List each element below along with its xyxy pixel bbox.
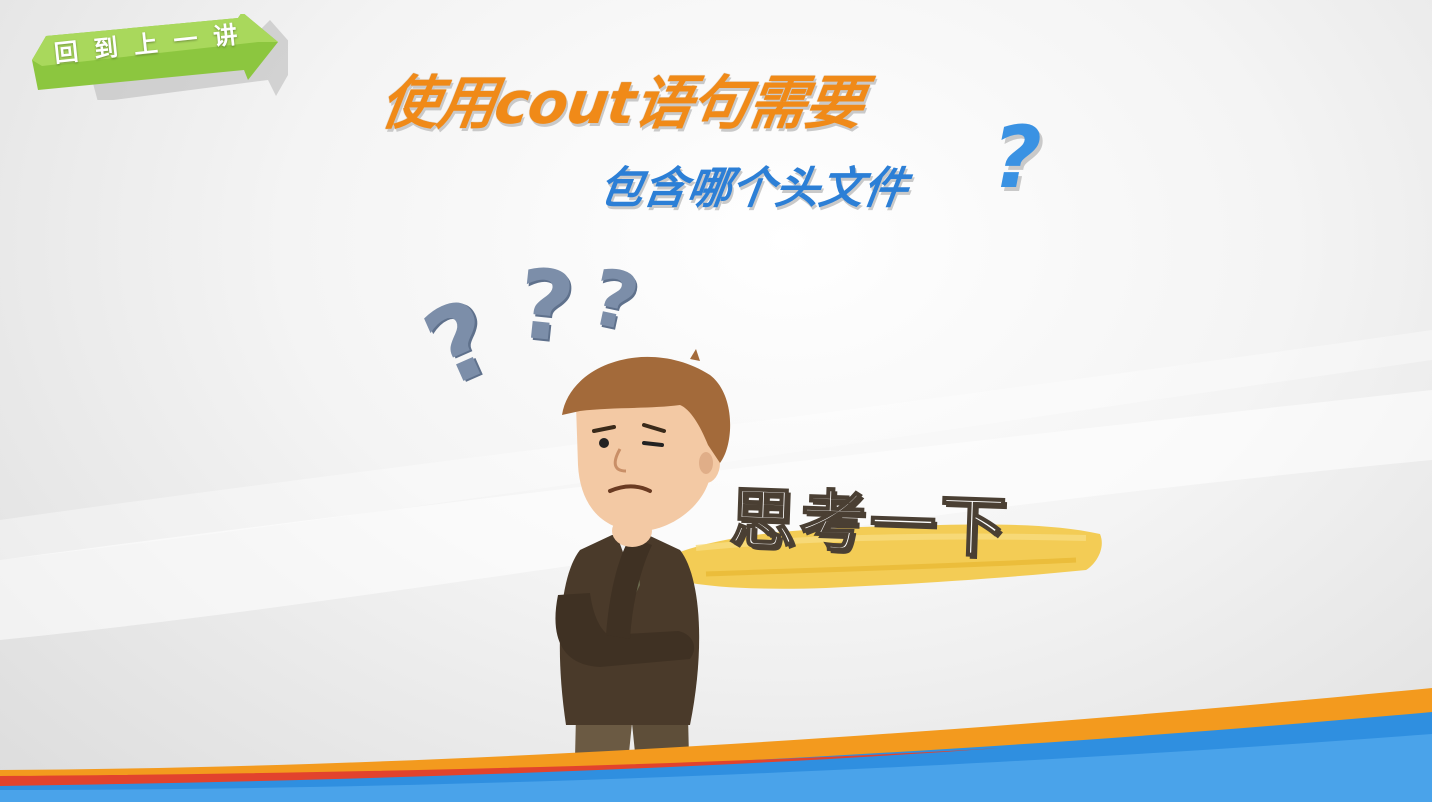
slide-canvas: 回到上一讲 使用cout语句需要 包含哪个头文件 ? ? ? ? 思考一下 <box>0 0 1432 802</box>
bottom-stripe <box>0 688 1432 802</box>
